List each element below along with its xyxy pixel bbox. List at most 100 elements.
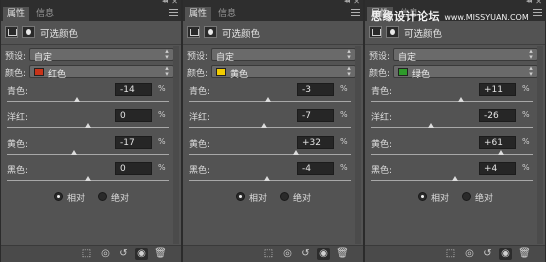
slider-track[interactable] xyxy=(189,127,351,128)
visibility-icon[interactable]: ◉ xyxy=(499,248,512,260)
color-row: 颜色: 黄色 ▴ ▾ xyxy=(183,65,363,80)
absolute-radio[interactable] xyxy=(280,192,289,201)
reset-icon[interactable]: ↺ xyxy=(481,248,494,260)
slider-thumb[interactable] xyxy=(85,123,91,128)
slider-value-input[interactable]: 0 xyxy=(115,162,152,175)
color-value: 黄色 xyxy=(230,70,249,80)
slider-label: 青色: xyxy=(189,87,211,97)
scrollbar[interactable] xyxy=(355,46,361,244)
preset-row: 预设: 自定 ▴ ▾ xyxy=(1,48,181,63)
percent-sign: % xyxy=(340,84,348,93)
percent-sign: % xyxy=(158,84,166,93)
slider-track[interactable] xyxy=(371,154,533,155)
delete-icon[interactable]: 🗑 xyxy=(518,248,531,260)
visibility-icon[interactable]: ◉ xyxy=(317,248,330,260)
slider-value: +61 xyxy=(484,138,503,148)
clip-to-layer-icon[interactable]: ⬚ xyxy=(444,248,457,260)
slider-track[interactable] xyxy=(371,127,533,128)
preset-value: 自定 xyxy=(216,53,235,63)
slider-thumb[interactable] xyxy=(292,150,299,155)
slider-track[interactable] xyxy=(189,154,351,155)
slider-value-input[interactable]: -26 xyxy=(479,109,516,122)
slider-thumb[interactable] xyxy=(457,97,464,102)
slider-value-input[interactable]: +11 xyxy=(479,83,516,96)
layer-mask-icon[interactable] xyxy=(204,26,217,38)
slider-thumb[interactable] xyxy=(427,123,434,128)
clip-to-layer-icon[interactable]: ⬚ xyxy=(262,248,275,260)
slider-value-input[interactable]: -14 xyxy=(115,83,152,96)
slider-value: +32 xyxy=(302,138,321,148)
slider-value-input[interactable]: +61 xyxy=(479,136,516,149)
percent-sign: % xyxy=(522,84,530,93)
bottom-toolbar: ⬚ ◎ ↺ ◉ 🗑 xyxy=(1,245,181,262)
color-swatch xyxy=(34,68,44,76)
slider-track[interactable] xyxy=(371,101,533,102)
tab-info[interactable]: 信息 xyxy=(32,7,58,21)
slider-value-input[interactable]: -7 xyxy=(297,109,334,122)
tab-info[interactable]: 信息 xyxy=(214,7,240,21)
collapse-icon[interactable]: ◂◂ xyxy=(526,0,532,5)
slider-value-input[interactable]: +32 xyxy=(297,136,334,149)
color-swatch xyxy=(398,68,408,76)
delete-icon[interactable]: 🗑 xyxy=(336,248,349,260)
percent-sign: % xyxy=(522,163,530,172)
reset-icon[interactable]: ↺ xyxy=(299,248,312,260)
slider-thumb[interactable] xyxy=(73,97,80,102)
slider-thumb[interactable] xyxy=(498,150,505,155)
preset-dropdown[interactable]: 自定 ▴ ▾ xyxy=(393,48,538,63)
slider-thumb[interactable] xyxy=(71,150,78,155)
slider-value: -7 xyxy=(302,111,311,121)
preset-dropdown[interactable]: 自定 ▴ ▾ xyxy=(29,48,174,63)
absolute-label: 绝对 xyxy=(475,194,494,204)
scrollbar[interactable] xyxy=(173,46,179,244)
slider-thumb[interactable] xyxy=(263,176,270,181)
visibility-icon[interactable]: ◉ xyxy=(135,248,148,260)
absolute-radio[interactable] xyxy=(462,192,471,201)
slider-value-input[interactable]: -4 xyxy=(297,162,334,175)
view-previous-icon[interactable]: ◎ xyxy=(99,248,112,260)
slider-thumb[interactable] xyxy=(85,176,91,181)
panel-menu-icon[interactable] xyxy=(169,9,178,17)
collapse-icon[interactable]: ◂◂ xyxy=(344,0,350,5)
slider-value-input[interactable]: 0 xyxy=(115,109,152,122)
panel-header: 可选颜色 xyxy=(365,21,545,43)
scrollbar[interactable] xyxy=(537,46,543,244)
preset-dropdown[interactable]: 自定 ▴ ▾ xyxy=(211,48,356,63)
slider-track[interactable] xyxy=(7,154,169,155)
reset-icon[interactable]: ↺ xyxy=(117,248,130,260)
slider-label: 黄色: xyxy=(371,140,393,150)
slider-value: -4 xyxy=(302,164,311,174)
color-dropdown[interactable]: 黄色 ▴ ▾ xyxy=(211,65,356,80)
slider-value-input[interactable]: +4 xyxy=(479,162,516,175)
percent-sign: % xyxy=(522,137,530,146)
slider-thumb[interactable] xyxy=(452,176,459,181)
panel-menu-icon[interactable] xyxy=(351,9,360,17)
slider-thumb[interactable] xyxy=(261,123,268,128)
absolute-radio[interactable] xyxy=(98,192,107,201)
relative-radio[interactable] xyxy=(418,192,427,201)
slider-value-input[interactable]: -17 xyxy=(115,136,152,149)
slider-track[interactable] xyxy=(7,101,169,102)
delete-icon[interactable]: 🗑 xyxy=(154,248,167,260)
divider xyxy=(365,44,545,45)
color-dropdown[interactable]: 红色 ▴ ▾ xyxy=(29,65,174,80)
tab-properties[interactable]: 属性 xyxy=(3,7,30,21)
tab-properties[interactable]: 属性 xyxy=(185,7,212,21)
view-previous-icon[interactable]: ◎ xyxy=(281,248,294,260)
layer-mask-icon[interactable] xyxy=(22,26,35,38)
slider-value-input[interactable]: -3 xyxy=(297,83,334,96)
slider-thumb[interactable] xyxy=(264,97,271,102)
panel-menu-icon[interactable] xyxy=(533,9,542,17)
slider-value: -17 xyxy=(120,138,135,148)
slider-track[interactable] xyxy=(189,180,351,181)
percent-sign: % xyxy=(340,110,348,119)
relative-radio[interactable] xyxy=(236,192,245,201)
collapse-icon[interactable]: ◂◂ xyxy=(162,0,168,5)
view-previous-icon[interactable]: ◎ xyxy=(463,248,476,260)
color-dropdown[interactable]: 绿色 ▴ ▾ xyxy=(393,65,538,80)
clip-to-layer-icon[interactable]: ⬚ xyxy=(80,248,93,260)
relative-radio[interactable] xyxy=(54,192,63,201)
layer-mask-icon[interactable] xyxy=(386,26,399,38)
slider-value: 0 xyxy=(120,164,126,174)
method-group: 相对 绝对 xyxy=(1,191,181,204)
